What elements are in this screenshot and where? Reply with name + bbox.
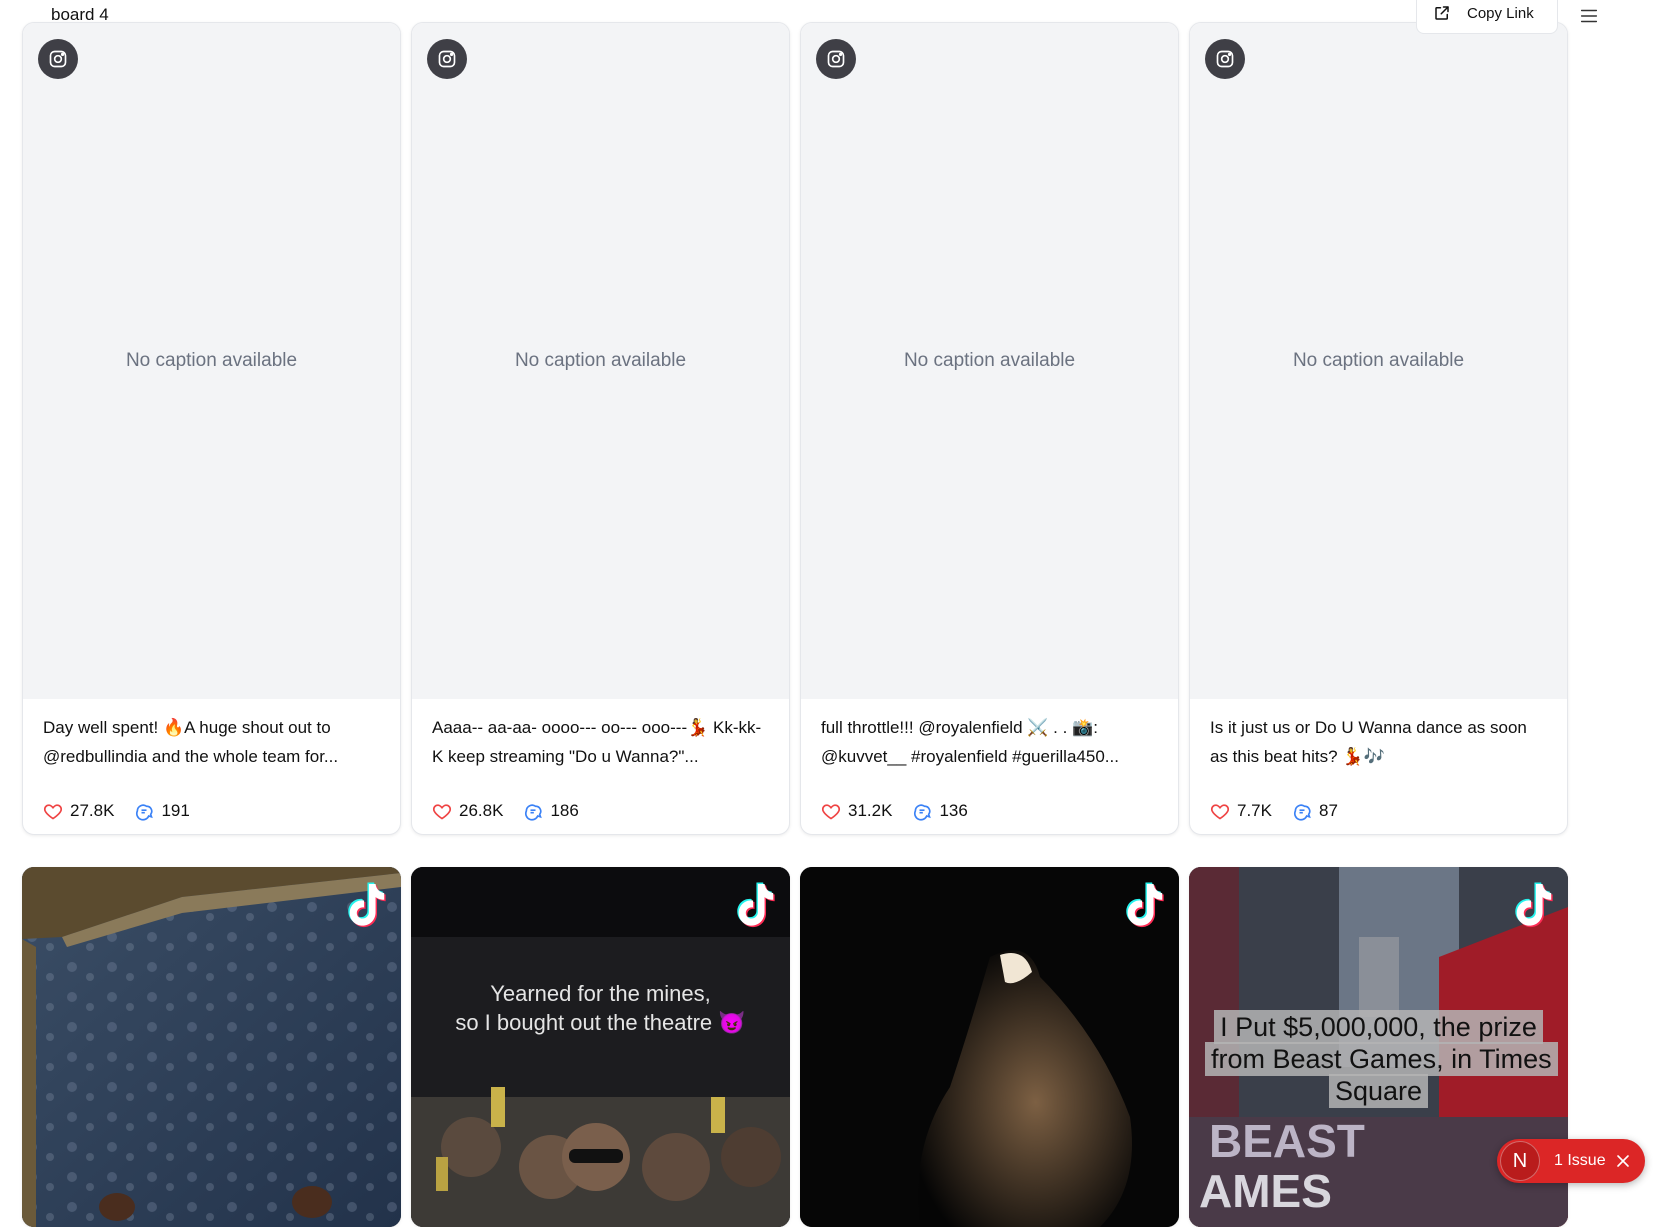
media-placeholder: No caption available bbox=[801, 23, 1178, 699]
instagram-icon bbox=[816, 39, 856, 79]
video-overlay-text: I Put $5,000,000, the prize from Beast G… bbox=[1205, 1010, 1558, 1108]
issues-badge[interactable]: N 1 Issue bbox=[1497, 1139, 1645, 1183]
media-placeholder: No caption available bbox=[1190, 23, 1567, 699]
post-caption: Aaaa-- aa-aa- oooo--- oo--- ooo---💃 Kk-k… bbox=[432, 718, 762, 766]
tiktok-icon bbox=[1515, 882, 1553, 928]
post-card[interactable]: No caption available Aaaa-- aa-aa- oooo-… bbox=[411, 22, 790, 835]
post-stats: 26.8K 186 bbox=[432, 801, 599, 821]
media-placeholder: No caption available bbox=[23, 23, 400, 699]
comments-count: 136 bbox=[939, 801, 968, 820]
comments-count: 186 bbox=[550, 801, 579, 820]
close-icon[interactable] bbox=[1616, 1154, 1630, 1168]
post-caption: full throttle!!! @royalenfield ⚔️ . . 📸:… bbox=[821, 718, 1119, 766]
instagram-icon bbox=[427, 39, 467, 79]
copy-link-label: Copy Link bbox=[1467, 4, 1534, 22]
heart-icon bbox=[1210, 804, 1230, 820]
likes-count: 27.8K bbox=[70, 801, 115, 820]
media-placeholder: No caption available bbox=[412, 23, 789, 699]
tiktok-icon bbox=[348, 882, 386, 928]
post-card[interactable]: No caption available Day well spent! 🔥A … bbox=[22, 22, 401, 835]
comments-count: 87 bbox=[1318, 801, 1338, 820]
issue-avatar: N bbox=[1500, 1141, 1540, 1181]
heart-icon bbox=[432, 804, 452, 820]
overlay-caption: I Put $5,000,000, the prize from Beast G… bbox=[1205, 1010, 1558, 1108]
post-caption: Is it just us or Do U Wanna dance as soo… bbox=[1210, 718, 1527, 766]
post-stats: 27.8K 191 bbox=[43, 801, 210, 821]
heart-icon bbox=[43, 804, 63, 820]
video-card[interactable]: Yearned for the mines, so I bought out t… bbox=[411, 867, 790, 1227]
likes-count: 7.7K bbox=[1237, 801, 1272, 820]
likes-count: 26.8K bbox=[459, 801, 504, 820]
comment-icon bbox=[136, 804, 154, 821]
board-title: board 4 bbox=[51, 5, 109, 24]
video-card[interactable] bbox=[800, 867, 1179, 1227]
hamburger-menu-icon[interactable] bbox=[1578, 5, 1600, 27]
comment-icon bbox=[1293, 804, 1311, 821]
tiktok-icon bbox=[737, 882, 775, 928]
overlay-line: Yearned for the mines, bbox=[490, 981, 711, 1006]
video-card[interactable] bbox=[22, 867, 401, 1227]
svg-text:BEAST: BEAST bbox=[1209, 1115, 1365, 1167]
heart-icon bbox=[821, 804, 841, 820]
video-overlay-text: Yearned for the mines, so I bought out t… bbox=[411, 979, 790, 1037]
post-card[interactable]: No caption available full throttle!!! @r… bbox=[800, 22, 1179, 835]
overlay-line: so I bought out the theatre 😈 bbox=[455, 1010, 746, 1035]
svg-text:AMES: AMES bbox=[1199, 1165, 1332, 1217]
post-card[interactable]: No caption available Is it just us or Do… bbox=[1189, 22, 1568, 835]
instagram-icon bbox=[1205, 39, 1245, 79]
tiktok-icon bbox=[1126, 882, 1164, 928]
post-caption: Day well spent! 🔥A huge shout out to @re… bbox=[43, 718, 339, 766]
comment-icon bbox=[525, 804, 543, 821]
likes-count: 31.2K bbox=[848, 801, 893, 820]
post-stats: 31.2K 136 bbox=[821, 801, 988, 821]
copy-link-button[interactable]: Copy Link bbox=[1416, 0, 1558, 34]
comment-icon bbox=[914, 804, 932, 821]
comments-count: 191 bbox=[161, 801, 190, 820]
instagram-icon bbox=[38, 39, 78, 79]
post-stats: 7.7K 87 bbox=[1210, 801, 1358, 821]
external-link-icon bbox=[1435, 6, 1449, 20]
issue-count-label: 1 Issue bbox=[1554, 1152, 1606, 1169]
